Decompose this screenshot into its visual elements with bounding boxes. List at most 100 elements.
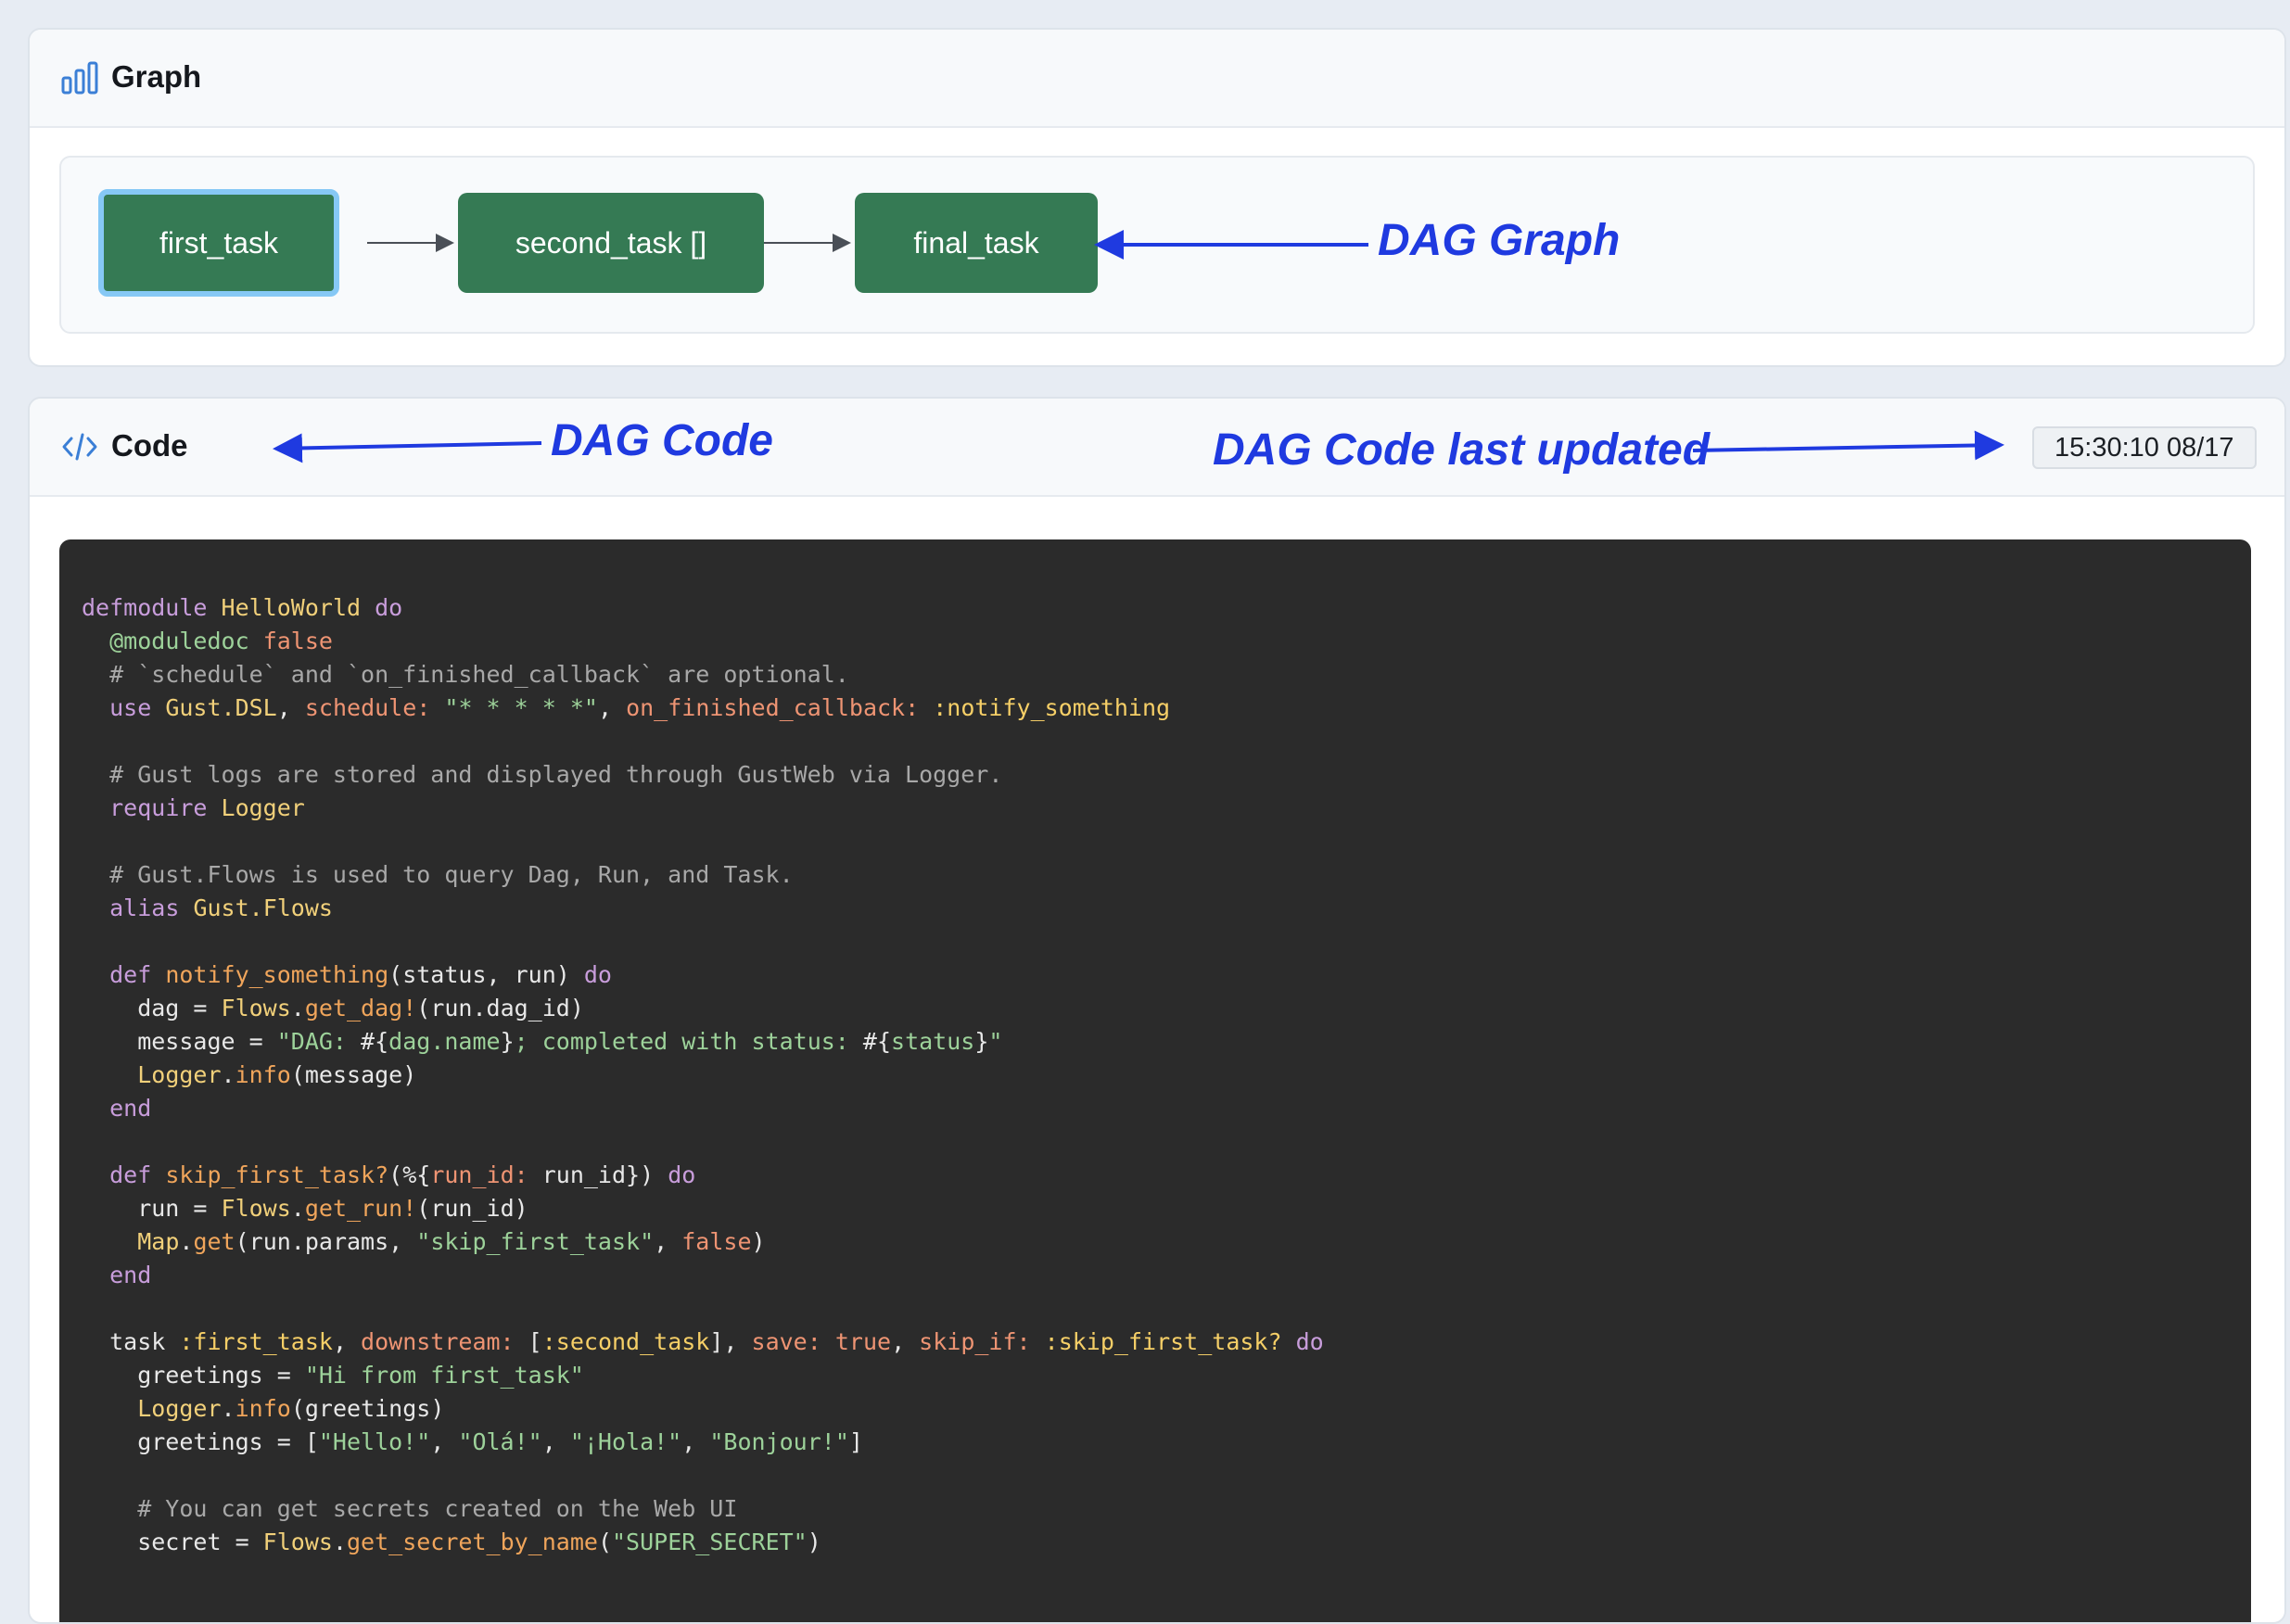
code-token: "skip_first_task"	[416, 1228, 655, 1255]
code-content: defmodule HelloWorld do @moduledoc false…	[82, 591, 1324, 1559]
code-token: (	[597, 1529, 612, 1555]
code-token: greetings =	[82, 1362, 305, 1389]
code-line: dag = Flows.get_dag!(run.dag_id)	[82, 992, 1324, 1025]
code-token: #{	[361, 1028, 389, 1055]
code-token: true	[834, 1328, 892, 1355]
code-line: alias Gust.Flows	[82, 892, 1324, 925]
node-second-task[interactable]: second_task []	[458, 193, 764, 293]
code-token: skip_first_task?	[165, 1161, 389, 1188]
last-updated-annotation: DAG Code last updated	[1213, 425, 1711, 475]
code-token: Flows	[221, 1195, 291, 1222]
code-line: end	[82, 1259, 1324, 1292]
code-token: def	[109, 961, 152, 988]
code-token: "SUPER_SECRET"	[612, 1529, 808, 1555]
code-token: dag.name	[388, 1028, 501, 1055]
code-token: Gust.DSL	[165, 694, 277, 721]
code-token: get_secret_by_name	[347, 1529, 598, 1555]
code-icon	[62, 433, 97, 461]
code-line: message = "DAG: #{dag.name}; completed w…	[82, 1025, 1324, 1059]
graph-header: Graph	[30, 30, 2284, 128]
code-token: run_id:	[430, 1161, 528, 1188]
code-token: # You can get secrets created on the Web…	[82, 1495, 738, 1522]
code-line: Logger.info(message)	[82, 1059, 1324, 1092]
code-token: dag =	[82, 995, 222, 1021]
code-token: false	[262, 628, 333, 654]
code-token: skip_if:	[919, 1328, 1031, 1355]
code-token: secret =	[82, 1529, 263, 1555]
code-token: )	[751, 1228, 766, 1255]
code-token: .	[290, 1195, 305, 1222]
code-header: Code 15:30:10 08/17	[30, 399, 2284, 497]
code-token: do	[583, 961, 612, 988]
code-token: (run.params,	[235, 1228, 417, 1255]
code-line: greetings = ["Hello!", "Olá!", "¡Hola!",…	[82, 1426, 1324, 1459]
graph-edges	[367, 234, 851, 252]
code-token: (run.dag_id)	[416, 995, 584, 1021]
code-line: # `schedule` and `on_finished_callback` …	[82, 658, 1324, 691]
code-token: schedule:	[304, 694, 431, 721]
code-line: use Gust.DSL, schedule: "* * * * *", on_…	[82, 691, 1324, 725]
node-final-task[interactable]: final_task	[855, 193, 1098, 293]
code-block[interactable]: defmodule HelloWorld do @moduledoc false…	[59, 539, 2251, 1622]
code-line: require Logger	[82, 792, 1324, 825]
node-first-task[interactable]: first_task	[98, 189, 339, 297]
graph-title: Graph	[111, 59, 202, 94]
code-token: .	[221, 1395, 235, 1422]
code-token: Flows	[262, 1529, 333, 1555]
code-token: end	[109, 1095, 152, 1122]
code-line: # Gust logs are stored and displayed thr…	[82, 758, 1324, 792]
code-token: ,	[430, 1428, 459, 1455]
code-token: (%{	[388, 1161, 431, 1188]
code-token: :skip_first_task?	[1044, 1328, 1282, 1355]
code-token: }	[974, 1028, 989, 1055]
code-token: # Gust.Flows is used to query Dag, Run, …	[82, 861, 794, 888]
code-token: Gust.Flows	[193, 894, 333, 921]
code-token: Flows	[221, 995, 291, 1021]
code-token: get_dag!	[304, 995, 417, 1021]
code-token: ]	[848, 1428, 863, 1455]
code-line: defmodule HelloWorld do	[82, 591, 1324, 625]
code-token: Logger	[137, 1061, 222, 1088]
code-token: require	[109, 794, 208, 821]
code-token: "	[988, 1028, 1003, 1055]
code-token: do	[1295, 1328, 1324, 1355]
code-token: )	[807, 1529, 821, 1555]
code-token: # Gust logs are stored and displayed thr…	[82, 761, 1003, 788]
code-token: (status, run)	[388, 961, 584, 988]
code-line: # Gust.Flows is used to query Dag, Run, …	[82, 858, 1324, 892]
code-token: notify_something	[165, 961, 389, 988]
code-token: :first_task	[179, 1328, 333, 1355]
code-token: ,	[276, 694, 305, 721]
code-token: Logger	[221, 794, 305, 821]
code-token: use	[109, 694, 152, 721]
code-token: .	[179, 1228, 194, 1255]
code-token: [	[514, 1328, 542, 1355]
code-token: # `schedule` and `on_finished_callback` …	[82, 661, 849, 688]
code-line: Map.get(run.params, "skip_first_task", f…	[82, 1225, 1324, 1259]
code-line: def skip_first_task?(%{run_id: run_id}) …	[82, 1159, 1324, 1192]
code-token: .	[290, 995, 305, 1021]
code-line: def notify_something(status, run) do	[82, 958, 1324, 992]
code-token: "¡Hola!"	[569, 1428, 682, 1455]
code-token: ; completed with status:	[514, 1028, 863, 1055]
code-token: task	[82, 1328, 180, 1355]
